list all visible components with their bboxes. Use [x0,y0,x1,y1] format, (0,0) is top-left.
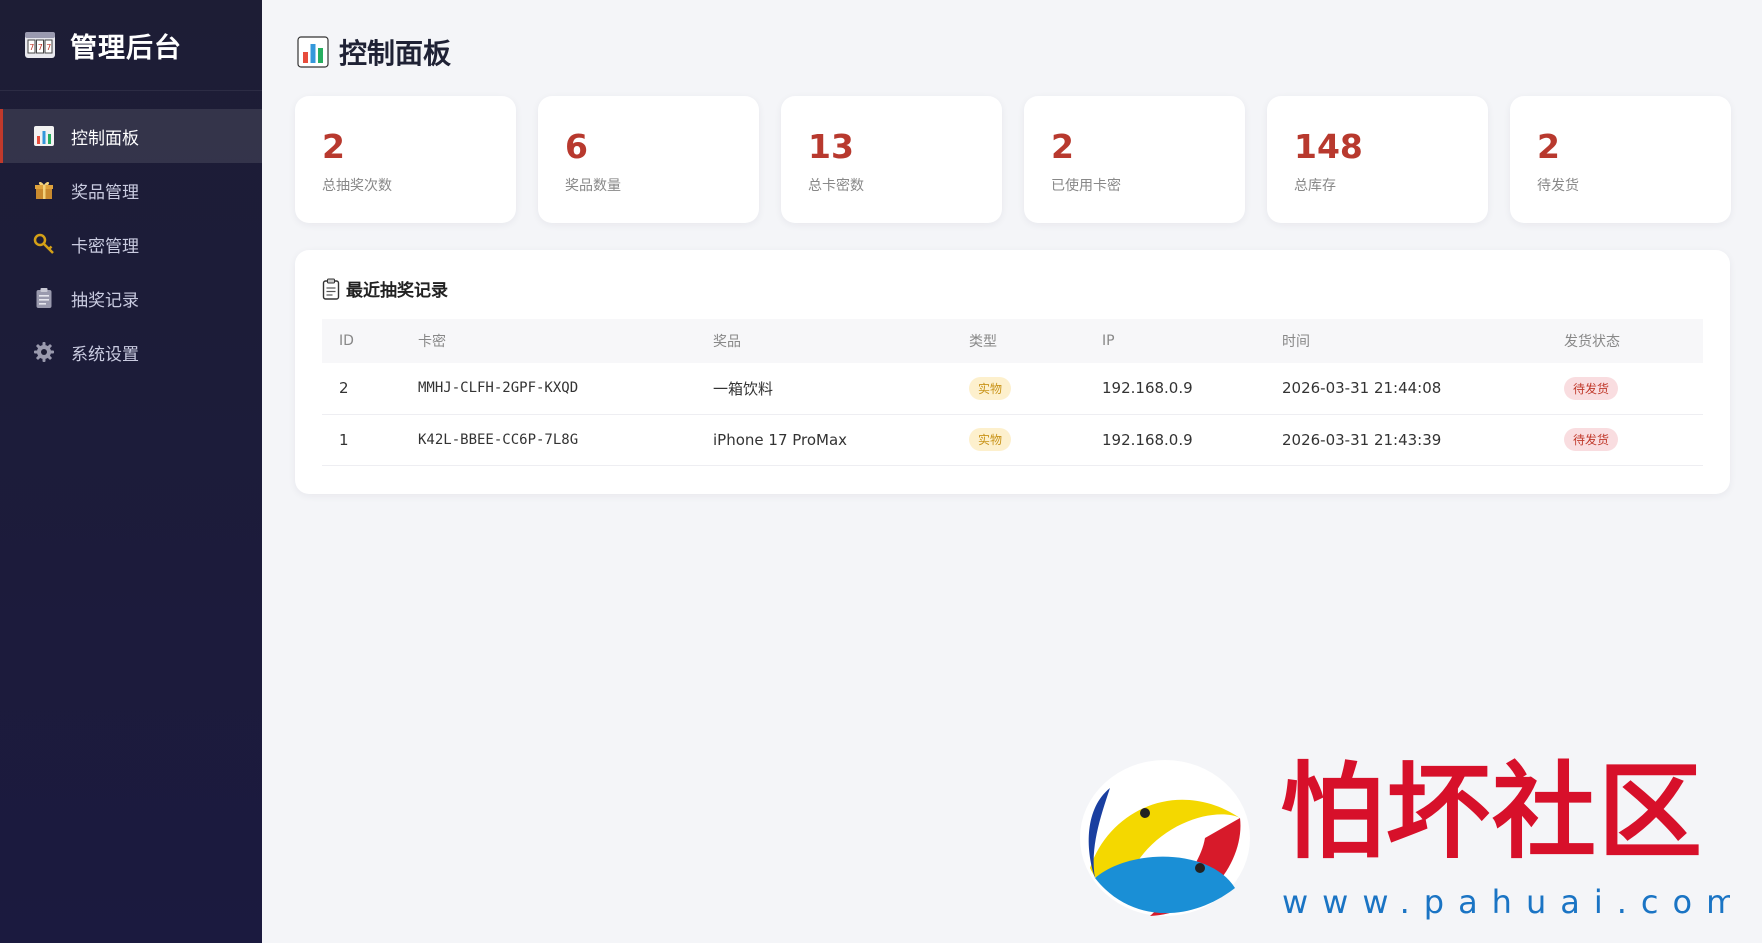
cell-id: 2 [339,379,349,398]
stat-label: 总卡密数 [808,178,864,194]
cell-card-code: MMHJ-CLFH-2GPF-KXQD [418,380,579,397]
panel-title-text: 最近抽奖记录 [346,281,448,301]
stat-value: 2 [1537,127,1560,166]
column-header: ID [339,333,354,349]
slot-machine-icon: 7 7 7 [25,32,55,58]
cell-ip: 192.168.0.9 [1102,379,1193,398]
stat-card-total-cards: 13 总卡密数 [781,96,1002,223]
stat-label: 总抽奖次数 [322,178,392,194]
type-badge: 实物 [969,376,1012,400]
sidebar-nav: 控制面板 奖品管理 卡密管理 抽奖记录 系统设置 [0,109,262,379]
stat-value: 148 [1294,127,1363,166]
column-header: IP [1102,333,1115,349]
svg-text:7: 7 [38,43,43,52]
svg-text:7: 7 [29,43,34,52]
stat-card-used-cards: 2 已使用卡密 [1024,96,1245,223]
cell-type: 实物 [952,363,1085,414]
watermark-text: 怕坏社区 [1280,750,1704,873]
fish-logo-icon [1080,760,1250,916]
watermark-logo: 怕坏社区 www.pahuai.com [1080,750,1730,921]
cell-prize: 一箱饮料 [713,379,774,398]
bar-chart-icon [34,126,54,146]
gift-icon [35,181,53,199]
stat-label: 奖品数量 [565,178,621,194]
sidebar-item-settings[interactable]: 系统设置 [0,325,262,379]
page-title-text: 控制面板 [339,37,452,70]
table-row: 1 K42L-BBEE-CC6P-7L8G iPhone 17 ProMax 实… [322,414,1703,465]
panel-title: 最近抽奖记录 [322,276,1703,301]
cell-status: 待发货 [1547,363,1703,414]
stat-value: 6 [565,127,588,166]
stats-row: 2 总抽奖次数 6 奖品数量 13 总卡密数 2 已使用卡密 148 总库存 2… [295,96,1731,223]
type-badge: 实物 [969,428,1012,451]
stat-card-prize-count: 6 奖品数量 [538,96,759,223]
brand-title: 管理后台 [70,32,182,64]
stat-label: 待发货 [1537,178,1579,194]
stat-label: 总库存 [1294,178,1336,194]
sidebar-item-cards[interactable]: 卡密管理 [0,217,262,271]
sidebar-item-dashboard[interactable]: 控制面板 [0,109,262,163]
sidebar-item-label: 卡密管理 [71,236,139,257]
stat-card-total-stock: 148 总库存 [1267,96,1488,223]
gear-icon [34,342,54,362]
stat-value: 2 [1051,127,1074,166]
stat-label: 已使用卡密 [1051,178,1121,194]
stat-card-total-draws: 2 总抽奖次数 [295,96,516,223]
page-title: 控制面板 [297,32,451,72]
bar-chart-icon [297,36,329,68]
status-badge: 待发货 [1564,376,1619,400]
table-row: 2 MMHJ-CLFH-2GPF-KXQD 一箱饮料 实物 192.168.0.… [322,363,1703,414]
sidebar-item-label: 控制面板 [71,128,139,149]
sidebar-item-records[interactable]: 抽奖记录 [0,271,262,325]
cell-status: 待发货 [1547,414,1703,465]
cell-id: 1 [339,430,349,449]
records-table: ID 卡密 奖品 类型 IP 时间 发货状态 2 MMHJ-CLFH-2GPF-… [322,319,1703,466]
column-header: 卡密 [418,334,446,350]
column-header: 类型 [969,334,997,350]
cell-time: 2026-03-31 21:43:39 [1282,430,1442,449]
sidebar: 7 7 7 管理后台 控制面板 奖品管理 卡密管理 抽奖记录 系统设置 [0,0,262,943]
table-header-row: ID 卡密 奖品 类型 IP 时间 发货状态 [322,319,1703,363]
sidebar-item-label: 系统设置 [71,344,139,365]
sidebar-item-label: 奖品管理 [71,182,139,203]
column-header: 奖品 [713,334,741,350]
status-badge: 待发货 [1564,428,1619,451]
watermark-url: www.pahuai.com [1282,883,1730,921]
svg-text:7: 7 [46,43,51,52]
cell-type: 实物 [952,414,1085,465]
cell-ip: 192.168.0.9 [1102,430,1193,449]
brand: 7 7 7 管理后台 [0,0,262,91]
stat-card-pending-shipment: 2 待发货 [1510,96,1731,223]
clipboard-icon [322,278,340,300]
cell-time: 2026-03-31 21:44:08 [1282,379,1442,398]
column-header: 发货状态 [1564,334,1620,350]
stat-value: 2 [322,127,345,166]
sidebar-item-label: 抽奖记录 [71,290,139,311]
stat-value: 13 [808,127,854,166]
cell-prize: iPhone 17 ProMax [713,430,848,449]
key-icon [33,233,54,254]
recent-records-panel: 最近抽奖记录 ID 卡密 奖品 类型 IP 时间 发货状态 2 MMHJ-CLF… [295,250,1730,494]
sidebar-item-prizes[interactable]: 奖品管理 [0,163,262,217]
column-header: 时间 [1282,334,1310,350]
clipboard-icon [36,288,52,308]
cell-card-code: K42L-BBEE-CC6P-7L8G [418,431,579,448]
